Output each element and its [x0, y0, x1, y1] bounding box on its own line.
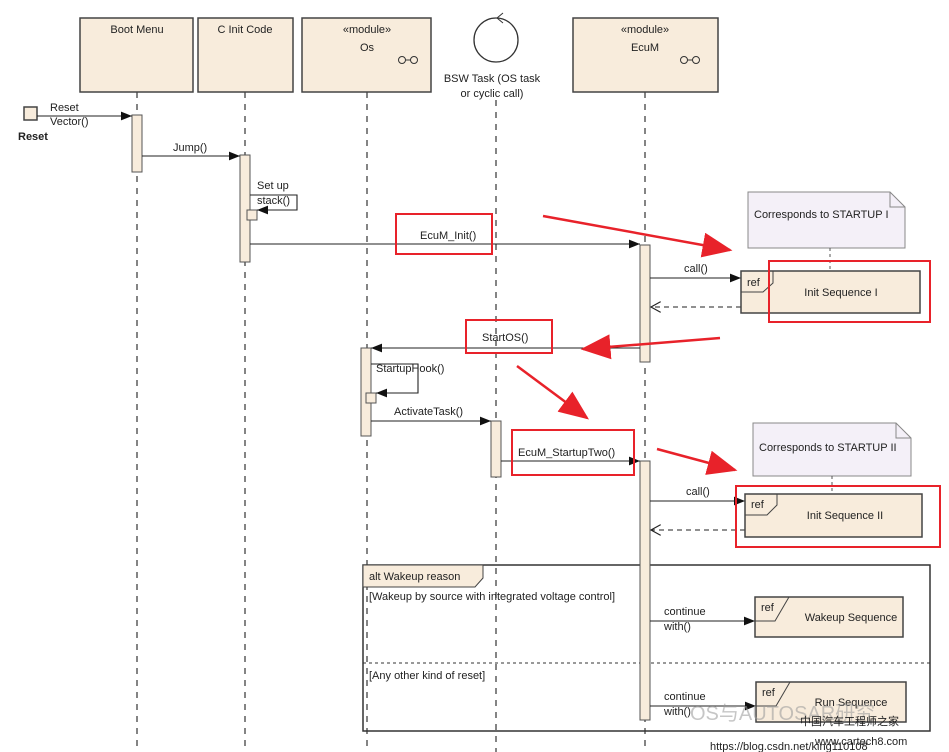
red-arrow: [580, 334, 721, 360]
reset-message: ResetVector() Reset: [18, 102, 132, 143]
message-setup-stack: Set up stack(): [250, 180, 298, 215]
svg-text:call(): call(): [684, 263, 708, 275]
note-startup-1: Corresponds to STARTUP I: [747, 191, 906, 271]
svg-text:continue: continue: [664, 691, 706, 703]
svg-text:call(): call(): [686, 486, 710, 498]
svg-text:Init Sequence II: Init Sequence II: [807, 510, 883, 522]
red-arrow: [516, 364, 590, 420]
lifeline-head-ecum: «module» EcuM: [572, 17, 719, 93]
red-arrow: [542, 214, 733, 258]
activation: [639, 460, 651, 721]
svg-text:ref: ref: [747, 277, 761, 289]
svg-text:Corresponds to STARTUP I: Corresponds to STARTUP I: [754, 209, 889, 221]
svg-text:ref: ref: [751, 499, 765, 511]
svg-text:EcuM_StartupTwo(): EcuM_StartupTwo(): [518, 447, 615, 459]
lifeline-head-c-init: C Init Code: [197, 17, 294, 93]
svg-text:continue: continue: [664, 606, 706, 618]
svg-text:Vector(): Vector(): [50, 116, 89, 128]
svg-text:or cyclic call): or cyclic call): [461, 88, 524, 100]
svg-text:with(): with(): [663, 706, 691, 718]
svg-text:ref: ref: [762, 687, 776, 699]
svg-text:Reset: Reset: [50, 102, 79, 114]
svg-text:ref: ref: [761, 602, 775, 614]
ref-init-sequence-1: ref Init Sequence I: [740, 270, 921, 314]
svg-text:«module»: «module»: [621, 24, 669, 36]
activation: [131, 114, 143, 173]
message-startos: StartOS(): [371, 332, 640, 353]
svg-text:stack(): stack(): [257, 195, 290, 207]
svg-text:EcuM: EcuM: [631, 42, 659, 54]
svg-text:«module»: «module»: [343, 24, 391, 36]
svg-text:StartOS(): StartOS(): [482, 332, 528, 344]
svg-text:BSW Task (OS task: BSW Task (OS task: [444, 73, 541, 85]
activation: [365, 392, 377, 404]
activation: [246, 209, 258, 221]
message-startuphook: StartupHook(): [371, 363, 444, 398]
svg-text:Corresponds to STARTUP II: Corresponds to STARTUP II: [759, 442, 897, 454]
message-activatetask: ActivateTask(): [371, 406, 491, 426]
sequence-diagram: Boot Menu C Init Code «module» Os BSW Tas…: [18, 12, 941, 752]
svg-text:Jump(): Jump(): [173, 142, 207, 154]
svg-text:Os: Os: [360, 42, 375, 54]
message-ecum-init: EcuM_Init(): [250, 230, 640, 249]
ref-init-sequence-2: ref Init Sequence II: [744, 493, 923, 538]
svg-text:[Wakeup by source with integra: [Wakeup by source with integrated voltag…: [369, 591, 615, 603]
activation: [239, 154, 251, 263]
svg-text:Init Sequence I: Init Sequence I: [804, 287, 877, 299]
svg-text:Set up: Set up: [257, 180, 289, 192]
red-arrow: [656, 447, 738, 475]
lifeline-head-bsw-task: BSW Task (OS task or cyclic call): [444, 12, 541, 100]
message-call-1: call(): [650, 263, 741, 307]
watermark: OS与AUTOSAR研究 中国汽车工程师之家 www.cartech8.com …: [690, 702, 907, 752]
note-startup-2: Corresponds to STARTUP II: [752, 422, 912, 494]
svg-text:Wakeup Sequence: Wakeup Sequence: [805, 612, 898, 624]
svg-text:ActivateTask(): ActivateTask(): [394, 406, 463, 418]
svg-text:StartupHook(): StartupHook(): [376, 363, 444, 375]
svg-text:with(): with(): [663, 621, 691, 633]
activation: [360, 347, 372, 437]
svg-text:[Any other kind of reset]: [Any other kind of reset]: [369, 670, 485, 682]
ref-wakeup-sequence: ref Wakeup Sequence: [754, 596, 904, 638]
lifeline-head-boot-menu: Boot Menu: [79, 17, 194, 93]
svg-text:C Init Code: C Init Code: [217, 24, 272, 36]
svg-text:Boot Menu: Boot Menu: [110, 24, 163, 36]
activation: [490, 420, 502, 478]
svg-text:中国汽车工程师之家: 中国汽车工程师之家: [800, 714, 899, 728]
svg-text:https://blog.csdn.net/king1101: https://blog.csdn.net/king110108: [710, 741, 868, 752]
message-jump: Jump(): [142, 142, 240, 161]
message-startuptwo: EcuM_StartupTwo(): [501, 447, 640, 466]
svg-text:alt Wakeup reason: alt Wakeup reason: [369, 571, 460, 583]
lifeline-head-os: «module» Os: [301, 17, 432, 93]
svg-text:Reset: Reset: [18, 131, 48, 143]
message-call-2: call(): [650, 486, 745, 530]
message-continue-1: continue with(): [650, 606, 755, 633]
svg-text:EcuM_Init(): EcuM_Init(): [420, 230, 476, 242]
